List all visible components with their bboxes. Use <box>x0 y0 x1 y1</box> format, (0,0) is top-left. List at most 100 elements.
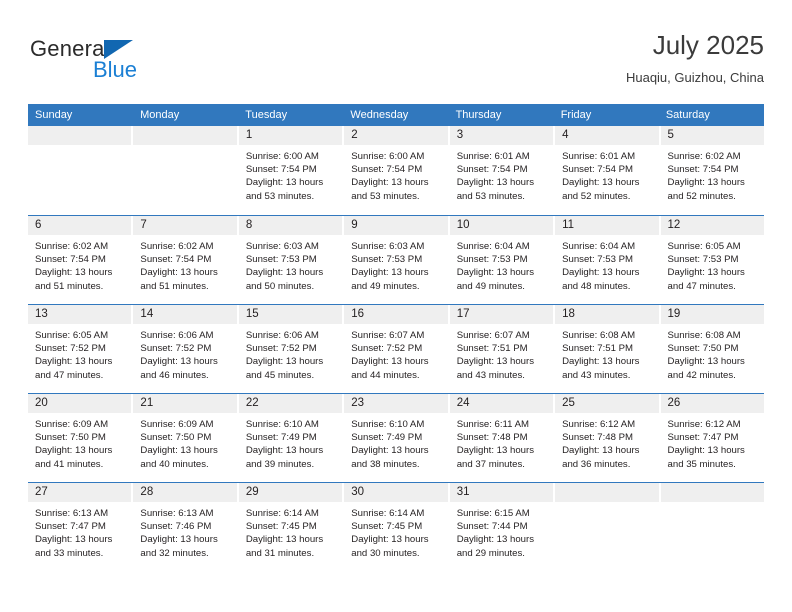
day-cell-empty <box>133 126 239 215</box>
day-cell[interactable]: 14 Sunrise: 6:06 AM Sunset: 7:52 PM Dayligh… <box>133 305 239 393</box>
daylight-line-2: and 51 minutes. <box>35 280 104 292</box>
day-cell[interactable]: 4 Sunrise: 6:01 AM Sunset: 7:54 PM Daylight… <box>555 126 661 215</box>
sunset-time: Sunset: 7:45 PM <box>245 521 317 533</box>
day-cell[interactable]: 11 Sunrise: 6:04 AM Sunset: 7:53 PM Dayligh… <box>555 216 661 304</box>
sunrise-time: Sunrise: 6:15 AM <box>456 508 530 519</box>
daylight-line-2: and 52 minutes. <box>562 190 631 202</box>
day-number: 3 <box>449 126 554 145</box>
day-cell[interactable]: 9 Sunrise: 6:03 AM Sunset: 7:53 PM Daylight… <box>344 216 450 304</box>
day-cell[interactable]: 2 Sunrise: 6:00 AM Sunset: 7:54 PM Daylight… <box>344 126 450 215</box>
day-details: Sunrise: 6:06 AM Sunset: 7:52 PM Daylight:… <box>133 324 236 382</box>
sunset-time: Sunset: 7:52 PM <box>140 343 212 355</box>
day-cell[interactable]: 5 Sunrise: 6:02 AM Sunset: 7:54 PM Daylight… <box>660 126 764 215</box>
daylight-line-1: Daylight: 13 hours <box>562 356 640 368</box>
daylight-line-1: Daylight: 13 hours <box>456 267 535 279</box>
day-details: Sunrise: 6:12 AM Sunset: 7:47 PM Daylight:… <box>661 413 764 471</box>
daylight-line-1: Daylight: 13 hours <box>351 177 429 189</box>
daylight-line-2: and 42 minutes. <box>667 369 736 381</box>
sunrise-time: Sunrise: 6:08 AM <box>562 330 636 341</box>
sunset-time: Sunset: 7:54 PM <box>245 164 317 176</box>
day-details: Sunrise: 6:09 AM Sunset: 7:50 PM Daylight:… <box>28 413 131 471</box>
day-cell[interactable]: 25 Sunrise: 6:12 AM Sunset: 7:48 PM Dayligh… <box>555 394 661 482</box>
daylight-line-2: and 32 minutes. <box>140 547 209 559</box>
day-number: 28 <box>133 483 237 502</box>
sunset-time: Sunset: 7:54 PM <box>351 164 423 176</box>
day-cell[interactable]: 8 Sunrise: 6:03 AM Sunset: 7:53 PM Daylight… <box>238 216 345 304</box>
weekday-header-monday: Monday <box>140 109 180 121</box>
daylight-line-1: Daylight: 13 hours <box>245 356 324 368</box>
day-details: Sunrise: 6:10 AM Sunset: 7:49 PM Daylight:… <box>344 413 447 471</box>
day-cell[interactable]: 1 Sunrise: 6:00 AM Sunset: 7:54 PM Daylight… <box>238 126 345 215</box>
day-cell[interactable]: 17 Sunrise: 6:07 AM Sunset: 7:51 PM Dayligh… <box>449 305 556 393</box>
daylight-line-1: Daylight: 13 hours <box>562 177 640 189</box>
sunrise-time: Sunrise: 6:01 AM <box>562 151 636 162</box>
sunset-time: Sunset: 7:47 PM <box>35 521 106 533</box>
day-number: 2 <box>344 126 448 145</box>
day-cell[interactable]: 31 Sunrise: 6:15 AM Sunset: 7:44 PM Dayligh… <box>449 483 556 571</box>
daylight-line-1: Daylight: 13 hours <box>140 534 218 546</box>
day-cell[interactable]: 3 Sunrise: 6:01 AM Sunset: 7:54 PM Daylight… <box>449 126 556 215</box>
sunrise-time: Sunrise: 6:06 AM <box>140 330 214 341</box>
calendar-grid: Sunday Monday Tuesday Wednesday Thursday Frid… <box>28 104 764 571</box>
day-details: Sunrise: 6:00 AM Sunset: 7:54 PM Daylight:… <box>344 145 447 203</box>
sunrise-time: Sunrise: 6:13 AM <box>140 508 214 519</box>
day-cell[interactable]: 23 Sunrise: 6:10 AM Sunset: 7:49 PM Dayligh… <box>344 394 450 482</box>
weekday-header-row: Sunday Monday Tuesday Wednesday Thursday Frid… <box>28 104 764 126</box>
sunrise-time: Sunrise: 6:09 AM <box>35 419 109 430</box>
sunrise-time: Sunrise: 6:06 AM <box>245 330 319 341</box>
day-cell[interactable]: 12 Sunrise: 6:05 AM Sunset: 7:53 PM Dayligh… <box>660 216 764 304</box>
day-number: 11 <box>555 216 659 235</box>
day-details: Sunrise: 6:08 AM Sunset: 7:50 PM Daylight:… <box>661 324 764 382</box>
day-cell[interactable]: 19 Sunrise: 6:08 AM Sunset: 7:50 PM Dayligh… <box>660 305 764 393</box>
day-details: Sunrise: 6:09 AM Sunset: 7:50 PM Daylight:… <box>133 413 236 471</box>
day-cell[interactable]: 13 Sunrise: 6:05 AM Sunset: 7:52 PM Dayligh… <box>28 305 134 393</box>
sunrise-time: Sunrise: 6:12 AM <box>562 419 636 430</box>
day-cell[interactable]: 22 Sunrise: 6:10 AM Sunset: 7:49 PM Dayligh… <box>238 394 345 482</box>
sunrise-time: Sunrise: 6:14 AM <box>351 508 425 519</box>
day-cell[interactable]: 30 Sunrise: 6:14 AM Sunset: 7:45 PM Dayligh… <box>344 483 450 571</box>
day-number: 27 <box>28 483 132 502</box>
daylight-line-1: Daylight: 13 hours <box>456 177 535 189</box>
sunset-time: Sunset: 7:54 PM <box>562 164 634 176</box>
sunrise-time: Sunrise: 6:00 AM <box>351 151 425 162</box>
day-cell[interactable]: 28 Sunrise: 6:13 AM Sunset: 7:46 PM Dayligh… <box>133 483 239 571</box>
day-details: Sunrise: 6:01 AM Sunset: 7:54 PM Daylight:… <box>555 145 658 203</box>
week-row: 20 Sunrise: 6:09 AM Sunset: 7:50 PM Dayligh… <box>28 393 764 482</box>
day-number: 12 <box>660 216 764 235</box>
sunset-time: Sunset: 7:50 PM <box>140 432 212 444</box>
day-cell[interactable]: 16 Sunrise: 6:07 AM Sunset: 7:52 PM Dayligh… <box>344 305 450 393</box>
daylight-line-2: and 49 minutes. <box>351 280 420 292</box>
day-cell[interactable]: 29 Sunrise: 6:14 AM Sunset: 7:45 PM Dayligh… <box>238 483 345 571</box>
sunset-time: Sunset: 7:51 PM <box>456 343 528 355</box>
day-cell[interactable]: 15 Sunrise: 6:06 AM Sunset: 7:52 PM Dayligh… <box>238 305 345 393</box>
day-cell[interactable]: 6 Sunrise: 6:02 AM Sunset: 7:54 PM Daylight… <box>28 216 134 304</box>
day-details: Sunrise: 6:11 AM Sunset: 7:48 PM Daylight:… <box>450 413 553 471</box>
sunset-time: Sunset: 7:53 PM <box>456 254 528 266</box>
sunset-time: Sunset: 7:52 PM <box>351 343 423 355</box>
day-cell[interactable]: 26 Sunrise: 6:12 AM Sunset: 7:47 PM Dayligh… <box>660 394 764 482</box>
daylight-line-2: and 47 minutes. <box>667 280 736 292</box>
sunrise-time: Sunrise: 6:09 AM <box>140 419 214 430</box>
day-cell[interactable]: 21 Sunrise: 6:09 AM Sunset: 7:50 PM Dayligh… <box>133 394 239 482</box>
daylight-line-1: Daylight: 13 hours <box>140 445 218 457</box>
sunrise-time: Sunrise: 6:00 AM <box>245 151 319 162</box>
day-cell[interactable]: 7 Sunrise: 6:02 AM Sunset: 7:54 PM Daylight… <box>133 216 239 304</box>
day-details: Sunrise: 6:13 AM Sunset: 7:47 PM Daylight:… <box>28 502 131 560</box>
logo-text-blue: Blue <box>93 57 138 82</box>
daylight-line-2: and 53 minutes. <box>351 190 420 202</box>
sunset-time: Sunset: 7:54 PM <box>456 164 528 176</box>
day-cell[interactable]: 10 Sunrise: 6:04 AM Sunset: 7:53 PM Dayligh… <box>449 216 556 304</box>
day-cell[interactable]: 20 Sunrise: 6:09 AM Sunset: 7:50 PM Dayligh… <box>28 394 134 482</box>
title-block: July 2025 Huaqiu, Guizhou, China <box>626 28 764 88</box>
daylight-line-2: and 46 minutes. <box>140 369 209 381</box>
daylight-line-2: and 53 minutes. <box>245 190 315 202</box>
daylight-line-1: Daylight: 13 hours <box>351 445 429 457</box>
day-cell[interactable]: 27 Sunrise: 6:13 AM Sunset: 7:47 PM Dayligh… <box>28 483 134 571</box>
daylight-line-1: Daylight: 13 hours <box>35 445 113 457</box>
day-cell[interactable]: 24 Sunrise: 6:11 AM Sunset: 7:48 PM Dayligh… <box>449 394 556 482</box>
daylight-line-1: Daylight: 13 hours <box>456 534 535 546</box>
day-number: 24 <box>449 394 554 413</box>
generalblue-logo[interactable]: General Blue <box>30 36 160 92</box>
day-number: 5 <box>660 126 764 145</box>
day-cell[interactable]: 18 Sunrise: 6:08 AM Sunset: 7:51 PM Dayligh… <box>555 305 661 393</box>
